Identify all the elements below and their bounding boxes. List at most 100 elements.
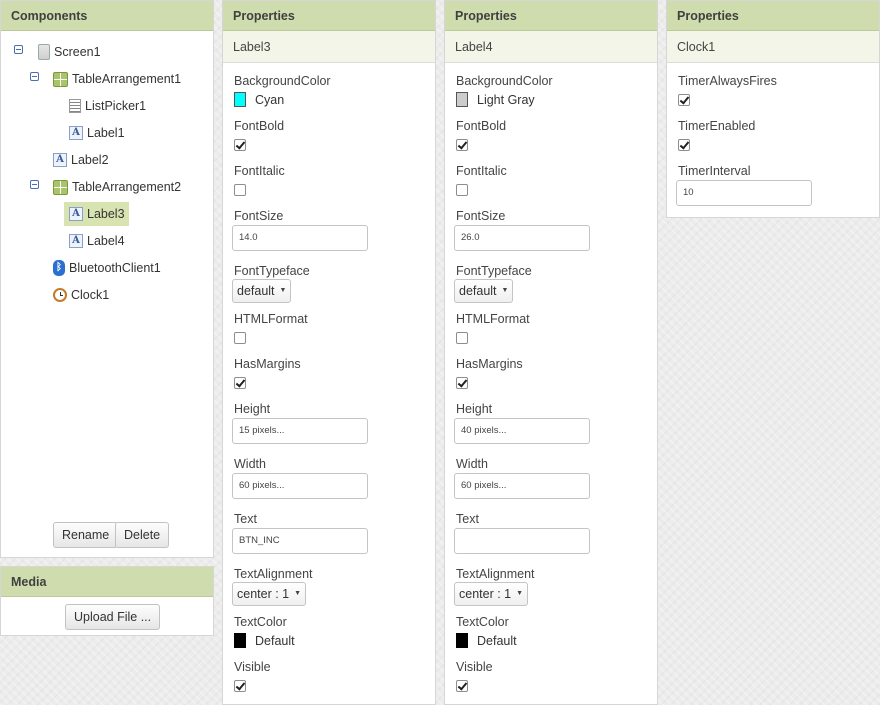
tree-item-label: Clock1: [71, 288, 110, 302]
timer-interval-input[interactable]: 10: [676, 180, 812, 206]
dropdown-value: center : 1: [237, 587, 290, 601]
height-input[interactable]: 15 pixels...: [232, 418, 368, 444]
delete-button[interactable]: Delete: [115, 522, 170, 548]
prop-label: HasMargins: [456, 357, 523, 371]
prop-font-typeface: FontTypeface default ▼: [445, 264, 657, 303]
height-input[interactable]: 40 pixels...: [454, 418, 590, 444]
visible-checkbox[interactable]: [234, 680, 246, 692]
dropdown-value: default: [237, 284, 275, 298]
text-color-picker[interactable]: Default: [234, 633, 295, 648]
prop-label: HTMLFormat: [234, 312, 308, 326]
text-input[interactable]: [454, 528, 590, 554]
tree-item-clock1[interactable]: Clock1: [53, 284, 109, 306]
tree-item-label: Label1: [87, 126, 125, 140]
tree-item-label: TableArrangement2: [72, 180, 182, 194]
background-color-picker[interactable]: Light Gray: [456, 92, 535, 107]
tree-item-label3[interactable]: A Label3: [64, 202, 129, 226]
timer-enabled-checkbox[interactable]: [678, 139, 690, 151]
properties-panel-label4: Properties Label4 BackgroundColor Light …: [444, 0, 658, 705]
text-alignment-dropdown[interactable]: center : 1 ▼: [232, 582, 307, 606]
prop-label: FontSize: [234, 209, 284, 223]
label-icon: A: [69, 207, 83, 221]
prop-label: TextColor: [234, 615, 287, 629]
tree-item-screen1[interactable]: Screen1: [38, 41, 101, 63]
table-arrangement-icon: [53, 179, 68, 195]
prop-height: Height 40 pixels...: [445, 402, 657, 444]
tree-item-tablearrangement2[interactable]: TableArrangement2: [53, 176, 181, 198]
tree-item-bluetoothclient1[interactable]: ᛒ BluetoothClient1: [53, 257, 161, 279]
color-value: Light Gray: [477, 92, 535, 107]
list-picker-icon: [69, 99, 81, 113]
tree-item-label: ListPicker1: [85, 99, 147, 113]
font-italic-checkbox[interactable]: [234, 184, 246, 196]
tree-item-label: BluetoothClient1: [69, 261, 161, 275]
text-input[interactable]: BTN_INC: [232, 528, 368, 554]
prop-text: Text: [445, 512, 657, 554]
media-panel: Media Upload File ...: [0, 566, 214, 636]
caret-down-icon: ▼: [516, 590, 524, 597]
has-margins-checkbox[interactable]: [234, 377, 246, 389]
collapse-tablearrangement2-icon[interactable]: [30, 180, 39, 189]
font-size-input[interactable]: 26.0: [454, 225, 590, 251]
prop-label: HasMargins: [234, 357, 301, 371]
timer-always-fires-checkbox[interactable]: [678, 94, 690, 106]
prop-has-margins: HasMargins: [223, 357, 435, 389]
prop-label: TimerAlwaysFires: [678, 74, 777, 88]
components-title: Components: [1, 1, 213, 31]
tree-item-label4[interactable]: A Label4: [69, 230, 125, 252]
width-input[interactable]: 60 pixels...: [454, 473, 590, 499]
text-color-picker[interactable]: Default: [456, 633, 517, 648]
label-icon: A: [69, 126, 83, 140]
prop-label: TextColor: [456, 615, 509, 629]
prop-label: Text: [234, 512, 257, 526]
font-bold-checkbox[interactable]: [234, 139, 246, 151]
prop-label: FontSize: [456, 209, 506, 223]
prop-label: HTMLFormat: [456, 312, 530, 326]
prop-timer-enabled: TimerEnabled: [667, 119, 879, 151]
font-typeface-dropdown[interactable]: default ▼: [232, 279, 292, 303]
prop-label: FontTypeface: [234, 264, 310, 278]
prop-html-format: HTMLFormat: [445, 312, 657, 344]
prop-label: Width: [234, 457, 266, 471]
prop-label: Visible: [456, 660, 493, 674]
prop-label: FontBold: [234, 119, 285, 133]
font-typeface-dropdown[interactable]: default ▼: [454, 279, 514, 303]
collapse-screen1-icon[interactable]: [14, 45, 23, 54]
selected-component-name: Label4: [445, 31, 657, 63]
caret-down-icon: ▼: [279, 287, 287, 294]
html-format-checkbox[interactable]: [456, 332, 468, 344]
caret-down-icon: ▼: [294, 590, 302, 597]
table-arrangement-icon: [53, 71, 68, 87]
tree-item-tablearrangement1[interactable]: TableArrangement1: [53, 68, 181, 90]
dropdown-value: center : 1: [459, 587, 512, 601]
collapse-tablearrangement1-icon[interactable]: [30, 72, 39, 81]
upload-file-button[interactable]: Upload File ...: [65, 604, 161, 630]
font-bold-checkbox[interactable]: [456, 139, 468, 151]
prop-label: Height: [456, 402, 493, 416]
html-format-checkbox[interactable]: [234, 332, 246, 344]
color-value: Default: [255, 633, 295, 648]
tree-item-listpicker1[interactable]: ListPicker1: [69, 95, 146, 117]
prop-label: TextAlignment: [234, 567, 313, 581]
font-size-input[interactable]: 14.0: [232, 225, 368, 251]
properties-title: Properties: [667, 1, 879, 31]
has-margins-checkbox[interactable]: [456, 377, 468, 389]
prop-font-italic: FontItalic: [223, 164, 435, 196]
color-value: Cyan: [255, 92, 285, 107]
rename-button[interactable]: Rename: [53, 522, 119, 548]
visible-checkbox[interactable]: [456, 680, 468, 692]
background-color-picker[interactable]: Cyan: [234, 92, 284, 107]
tree-item-label2[interactable]: A Label2: [53, 149, 109, 171]
prop-visible: Visible: [223, 660, 435, 692]
font-italic-checkbox[interactable]: [456, 184, 468, 196]
prop-label: Width: [456, 457, 488, 471]
properties-panel-clock1: Properties Clock1 TimerAlwaysFires Timer…: [666, 0, 880, 218]
prop-font-bold: FontBold: [223, 119, 435, 151]
tree-item-label1[interactable]: A Label1: [69, 122, 125, 144]
prop-text-color: TextColor Default: [223, 615, 435, 648]
prop-font-italic: FontItalic: [445, 164, 657, 196]
width-input[interactable]: 60 pixels...: [232, 473, 368, 499]
text-alignment-dropdown[interactable]: center : 1 ▼: [454, 582, 529, 606]
prop-has-margins: HasMargins: [445, 357, 657, 389]
prop-label: BackgroundColor: [456, 74, 553, 88]
